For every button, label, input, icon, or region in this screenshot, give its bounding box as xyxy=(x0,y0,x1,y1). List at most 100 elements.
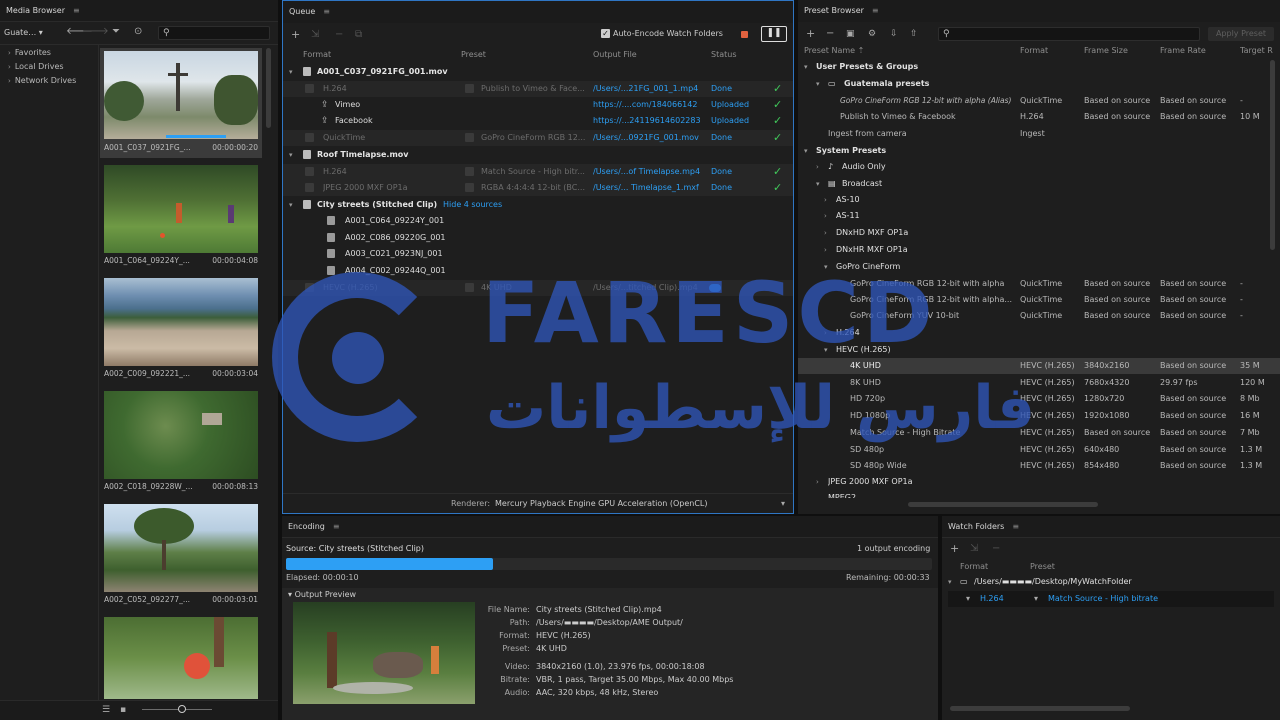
preset-row[interactable]: SD 480p Wide HEVC (H.265) 854x480 Based … xyxy=(798,458,1280,474)
chevron-right-icon[interactable]: › xyxy=(824,242,827,258)
preset-row[interactable]: Match Source - High Bitrate HEVC (H.265)… xyxy=(798,425,1280,441)
add-output-icon[interactable]: ⇲ xyxy=(970,542,978,556)
preset-category-row[interactable]: › AS-11 xyxy=(798,208,1280,224)
stitched-source-row[interactable]: A002_C086_09220G_001 xyxy=(283,230,793,246)
preset-dropdown[interactable] xyxy=(465,183,474,192)
queue-output-row[interactable]: JPEG 2000 MXF OP1a RGBA 4:4:4:4 12-bit (… xyxy=(283,180,793,196)
col-preset[interactable]: Preset xyxy=(1030,562,1055,571)
chevron-down-icon[interactable]: ▾ xyxy=(1034,591,1038,607)
chevron-right-icon[interactable]: › xyxy=(816,474,819,490)
queue-output-row[interactable]: H.264 Match Source - High bitr... /Users… xyxy=(283,164,793,180)
chevron-down-icon[interactable]: ▾ xyxy=(289,197,293,213)
output-file-link[interactable]: https://...24119614602283 xyxy=(593,113,701,129)
preset-search-input[interactable]: ⚲ xyxy=(938,27,1200,41)
preset-category-row[interactable]: › ♪ Audio Only xyxy=(798,159,1280,175)
clip-thumbnail[interactable] xyxy=(104,504,258,592)
output-file-link[interactable]: /Users/...0921FG_001.mov xyxy=(593,130,699,146)
chevron-down-icon[interactable]: ▾ xyxy=(948,574,952,590)
tree-item-local-drives[interactable]: › Local Drives xyxy=(8,60,64,74)
stitched-source-row[interactable]: A004_C002_09244Q_001 xyxy=(283,263,793,279)
format-dropdown[interactable] xyxy=(305,283,314,292)
preview-toggle[interactable]: ▾ Output Preview xyxy=(288,590,356,599)
col-preset[interactable]: Preset xyxy=(461,47,486,63)
col-format[interactable]: Format xyxy=(960,562,988,571)
remove-preset-icon[interactable]: − xyxy=(826,27,834,41)
format-dropdown[interactable] xyxy=(305,183,314,192)
col-preset-name[interactable]: Preset Name ⇡ xyxy=(804,43,864,59)
chevron-down-icon[interactable]: ▾ xyxy=(824,342,828,358)
preset-row[interactable]: HD 1080p HEVC (H.265) 1920x1080 Based on… xyxy=(798,408,1280,424)
preset-category-row[interactable]: › DNxHD MXF OP1a xyxy=(798,225,1280,241)
col-frame-size[interactable]: Frame Size xyxy=(1084,43,1128,59)
clip-thumbnail[interactable] xyxy=(104,617,258,699)
tree-item-favorites[interactable]: › Favorites xyxy=(8,46,51,60)
forward-arrow-icon[interactable]: 🡒 xyxy=(82,25,109,39)
watch-output-row[interactable]: ▾ H.264 ▾ Match Source - High bitrate xyxy=(948,591,1274,607)
preset-dropdown[interactable] xyxy=(465,167,474,176)
import-preset-icon[interactable]: ⇩ xyxy=(890,27,898,41)
preset-group-row[interactable]: ▾ User Presets & Groups xyxy=(798,59,1280,75)
zoom-slider[interactable] xyxy=(142,709,212,710)
clip-thumbnail[interactable] xyxy=(104,165,258,253)
preset-row[interactable]: Publish to Vimeo & Facebook H.264 Based … xyxy=(798,109,1280,125)
col-status[interactable]: Status xyxy=(711,47,737,63)
preset-category-row[interactable]: ▾ GoPro CineForm xyxy=(798,259,1280,275)
queue-source-row[interactable]: ▾ Roof Timelapse.mov xyxy=(283,147,793,163)
preset-row-selected[interactable]: 4K UHD HEVC (H.265) 3840x2160 Based on s… xyxy=(798,358,1280,374)
stitched-source-row[interactable]: A003_C021_0923NJ_001 xyxy=(283,246,793,262)
preset-dropdown[interactable] xyxy=(465,133,474,142)
preset-group-row[interactable]: ▾ ▭ Guatemala presets xyxy=(798,76,1280,92)
queue-source-row[interactable]: ▾ A001_C037_0921FG_001.mov xyxy=(283,64,793,80)
preset-category-row[interactable]: MPEG2 xyxy=(798,490,1280,498)
media-search-input[interactable]: ⚲ xyxy=(158,26,270,40)
watch-format[interactable]: H.264 xyxy=(980,591,1004,607)
chevron-down-icon[interactable]: ▾ xyxy=(289,147,293,163)
remove-icon[interactable]: − xyxy=(992,542,1000,556)
col-target-rate[interactable]: Target R xyxy=(1240,43,1273,59)
col-output[interactable]: Output File xyxy=(593,47,637,63)
queue-output-row[interactable]: HEVC (H.265) 4K UHD /Users/...titched Cl… xyxy=(283,280,793,296)
queue-publish-row[interactable]: ⇪ Facebook https://...24119614602283 Upl… xyxy=(283,113,793,129)
preset-group-row[interactable]: ▾ System Presets xyxy=(798,143,1280,159)
preset-row[interactable]: 8K UHD HEVC (H.265) 7680x4320 29.97 fps … xyxy=(798,375,1280,391)
col-frame-rate[interactable]: Frame Rate xyxy=(1160,43,1206,59)
preset-row[interactable]: SD 480p HEVC (H.265) 640x480 Based on so… xyxy=(798,442,1280,458)
export-preset-icon[interactable]: ⇧ xyxy=(910,27,918,41)
preset-row[interactable]: GoPro CineForm RGB 12-bit with alpha (Al… xyxy=(798,93,1280,109)
preset-row[interactable]: HD 720p HEVC (H.265) 1280x720 Based on s… xyxy=(798,391,1280,407)
preset-dropdown[interactable] xyxy=(465,283,474,292)
filter-icon[interactable]: ⏷ xyxy=(112,25,120,39)
format-dropdown[interactable] xyxy=(305,167,314,176)
chevron-down-icon[interactable]: ▾ xyxy=(804,143,808,159)
chevron-down-icon[interactable]: ▾ xyxy=(966,591,970,607)
col-format[interactable]: Format xyxy=(303,47,331,63)
clip-thumbnail[interactable] xyxy=(104,278,258,366)
pause-queue-button[interactable]: ❚❚ xyxy=(761,26,787,42)
queue-output-row[interactable]: QuickTime GoPro CineForm RGB 12... /User… xyxy=(283,130,793,146)
add-folder-icon[interactable]: + xyxy=(950,542,959,556)
add-preset-icon[interactable]: + xyxy=(806,27,815,41)
output-file-link[interactable]: /Users/...titched Clip).mp4 xyxy=(593,280,698,296)
preset-row[interactable]: GoPro CineForm YUV 10-bit QuickTime Base… xyxy=(798,308,1280,324)
hide-sources-link[interactable]: Hide 4 sources xyxy=(443,197,502,213)
clip-thumbnail[interactable] xyxy=(104,391,258,479)
queue-output-row[interactable]: H.264 Publish to Vimeo & Face... /Users/… xyxy=(283,81,793,97)
watch-preset[interactable]: Match Source - High bitrate xyxy=(1048,591,1158,607)
renderer-dropdown[interactable]: Mercury Playback Engine GPU Acceleration… xyxy=(495,497,787,510)
chevron-right-icon[interactable]: › xyxy=(824,325,827,341)
auto-encode-checkbox[interactable]: ✓ xyxy=(601,29,610,38)
preset-row[interactable]: GoPro CineForm RGB 12-bit with alpha Qui… xyxy=(798,276,1280,292)
chevron-down-icon[interactable]: ▾ xyxy=(816,176,820,192)
output-file-link[interactable]: /Users/...21FG_001_1.mp4 xyxy=(593,81,698,97)
output-file-link[interactable]: /Users/... Timelapse_1.mxf xyxy=(593,180,699,196)
preset-group-icon[interactable]: ▣ xyxy=(846,27,855,41)
location-dropdown[interactable]: Guate… ▾ xyxy=(4,26,56,40)
chevron-right-icon[interactable]: › xyxy=(824,208,827,224)
preset-category-row[interactable]: › H.264 xyxy=(798,325,1280,341)
preset-category-row[interactable]: ▾ HEVC (H.265) xyxy=(798,342,1280,358)
zoom-slider-handle[interactable] xyxy=(178,705,186,713)
preset-row[interactable]: GoPro CineForm RGB 12-bit with alpha... … xyxy=(798,292,1280,308)
chevron-down-icon[interactable]: ▾ xyxy=(804,59,808,75)
tree-item-network-drives[interactable]: › Network Drives xyxy=(8,74,76,88)
panel-menu-icon[interactable]: ≡ xyxy=(73,6,80,15)
